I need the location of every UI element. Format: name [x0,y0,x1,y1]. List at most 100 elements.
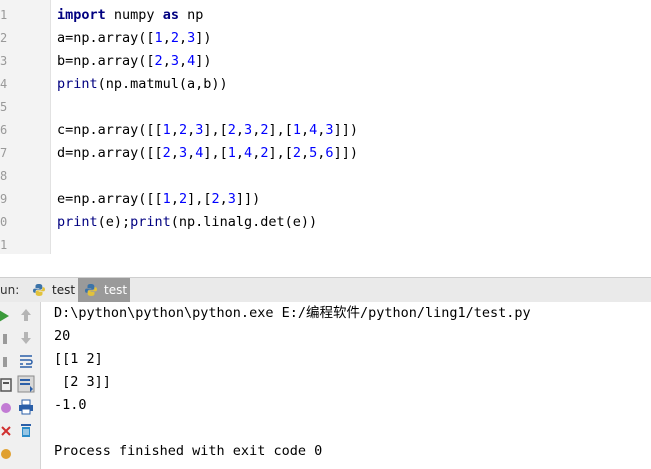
editor-empty-area [0,254,651,276]
code-number: 3 [178,145,188,161]
console-line: D:\python\python\python.exe E:/编程软件/pyth… [54,305,531,321]
code-number: 4 [244,145,253,161]
code-text: e=np.array([[ [57,191,163,207]
code-line[interactable]: print(e);print(np.linalg.det(e)) [57,211,317,234]
code-line[interactable]: print(np.matmul(a,b)) [57,73,228,96]
code-text: b=np.array([ [57,53,155,69]
code-text: , [162,30,171,46]
code-text: ]) [195,53,212,69]
tab-label: test [104,283,128,297]
console-line: -1.0 [54,397,87,413]
run-icon[interactable] [0,307,12,325]
code-number: 1 [292,122,301,138]
line-number: 9 [0,192,8,206]
run-label: un: [0,283,20,297]
code-number: 1 [154,30,163,46]
print-icon[interactable] [17,398,35,416]
code-number: 1 [227,145,236,161]
code-number: 2 [178,191,188,207]
down-arrow-icon[interactable] [17,329,35,347]
help-icon[interactable] [0,445,12,463]
code-text: numpy [105,7,163,23]
code-text: d=np.array([[ [57,145,163,161]
pause-icon[interactable] [0,353,12,371]
code-text: ]) [195,30,212,46]
code-number: 2 [170,30,179,46]
code-line[interactable]: c=np.array([[1,2,3],[2,3,2],[1,4,3]]) [57,119,358,142]
code-text: , [235,122,245,138]
code-text: , [170,191,179,207]
code-number: 2 [227,122,236,138]
code-number: 2 [178,122,188,138]
code-text: ],[ [203,122,228,138]
code-number: 2 [211,191,220,207]
code-text: ],[ [203,145,228,161]
line-number: 7 [0,146,8,160]
code-number: 3 [244,122,253,138]
line-number: 3 [0,54,8,68]
code-text: , [178,53,188,69]
line-number: 4 [0,77,8,91]
code-number: 6 [325,145,334,161]
close-icon[interactable] [0,422,12,440]
code-number: 2 [292,145,301,161]
code-text: , [187,122,196,138]
code-text: ]]) [235,191,261,207]
code-text: , [301,145,310,161]
code-text: (np.matmul(a,b)) [97,76,228,92]
code-text: , [187,145,196,161]
pause-icon[interactable] [0,330,12,348]
code-number: 1 [162,122,171,138]
scroll-end-icon[interactable] [17,375,35,393]
rerun-up-icon[interactable] [17,306,35,324]
code-text: , [178,30,188,46]
code-text: ]]) [333,145,358,161]
code-builtin: print [57,214,98,230]
python-file-icon [33,284,45,296]
code-line[interactable]: b=np.array([2,3,4]) [57,50,212,73]
code-builtin: print [57,76,98,92]
code-text: a=np.array([ [57,30,155,46]
trash-icon[interactable] [17,421,35,439]
line-number: 8 [0,169,8,183]
code-text: np [178,7,204,23]
code-keyword: import [57,7,106,23]
code-text: ]]) [333,122,358,138]
line-number: 1 [0,8,8,22]
run-toolbar [0,302,41,469]
settings-icon[interactable] [0,376,12,394]
code-line[interactable]: d=np.array([[2,3,4],[1,4,2],[2,5,6]]) [57,142,358,165]
code-line[interactable]: a=np.array([1,2,3]) [57,27,212,50]
code-text: ],[ [268,122,293,138]
code-text: (e); [97,214,131,230]
console-line: [2 3]] [54,374,111,390]
code-text: ],[ [187,191,212,207]
soft-wrap-icon[interactable] [17,352,35,370]
code-editor[interactable]: 12345678901 import numpy as np a=np.array… [0,0,651,254]
console-line: 20 [54,328,71,344]
python-file-icon [85,284,97,296]
restore-icon[interactable] [0,399,12,417]
code-number: 1 [162,191,171,207]
code-text: c=np.array([[ [57,122,163,138]
code-text: ],[ [268,145,293,161]
code-text: , [301,122,310,138]
line-number-gutter: 12345678901 [0,0,51,254]
tab-label: test [52,283,76,297]
run-tab-bar: un: test test [0,277,651,303]
code-text: , [170,122,179,138]
code-number: 3 [227,191,236,207]
tab-test-1[interactable]: test [26,278,76,302]
line-number: 0 [0,215,8,229]
code-text: (np.linalg.det(e)) [170,214,318,230]
code-text: , [219,191,228,207]
code-line[interactable]: e=np.array([[1,2],[2,3]]) [57,188,260,211]
code-text: , [170,145,179,161]
tab-test-2[interactable]: test [78,278,130,302]
code-number: 2 [154,53,163,69]
code-line[interactable]: import numpy as np [57,4,203,27]
code-text: , [235,145,245,161]
code-text: , [162,53,171,69]
run-console-output[interactable]: D:\python\python\python.exe E:/编程软件/pyth… [41,302,651,469]
code-number: 3 [325,122,334,138]
